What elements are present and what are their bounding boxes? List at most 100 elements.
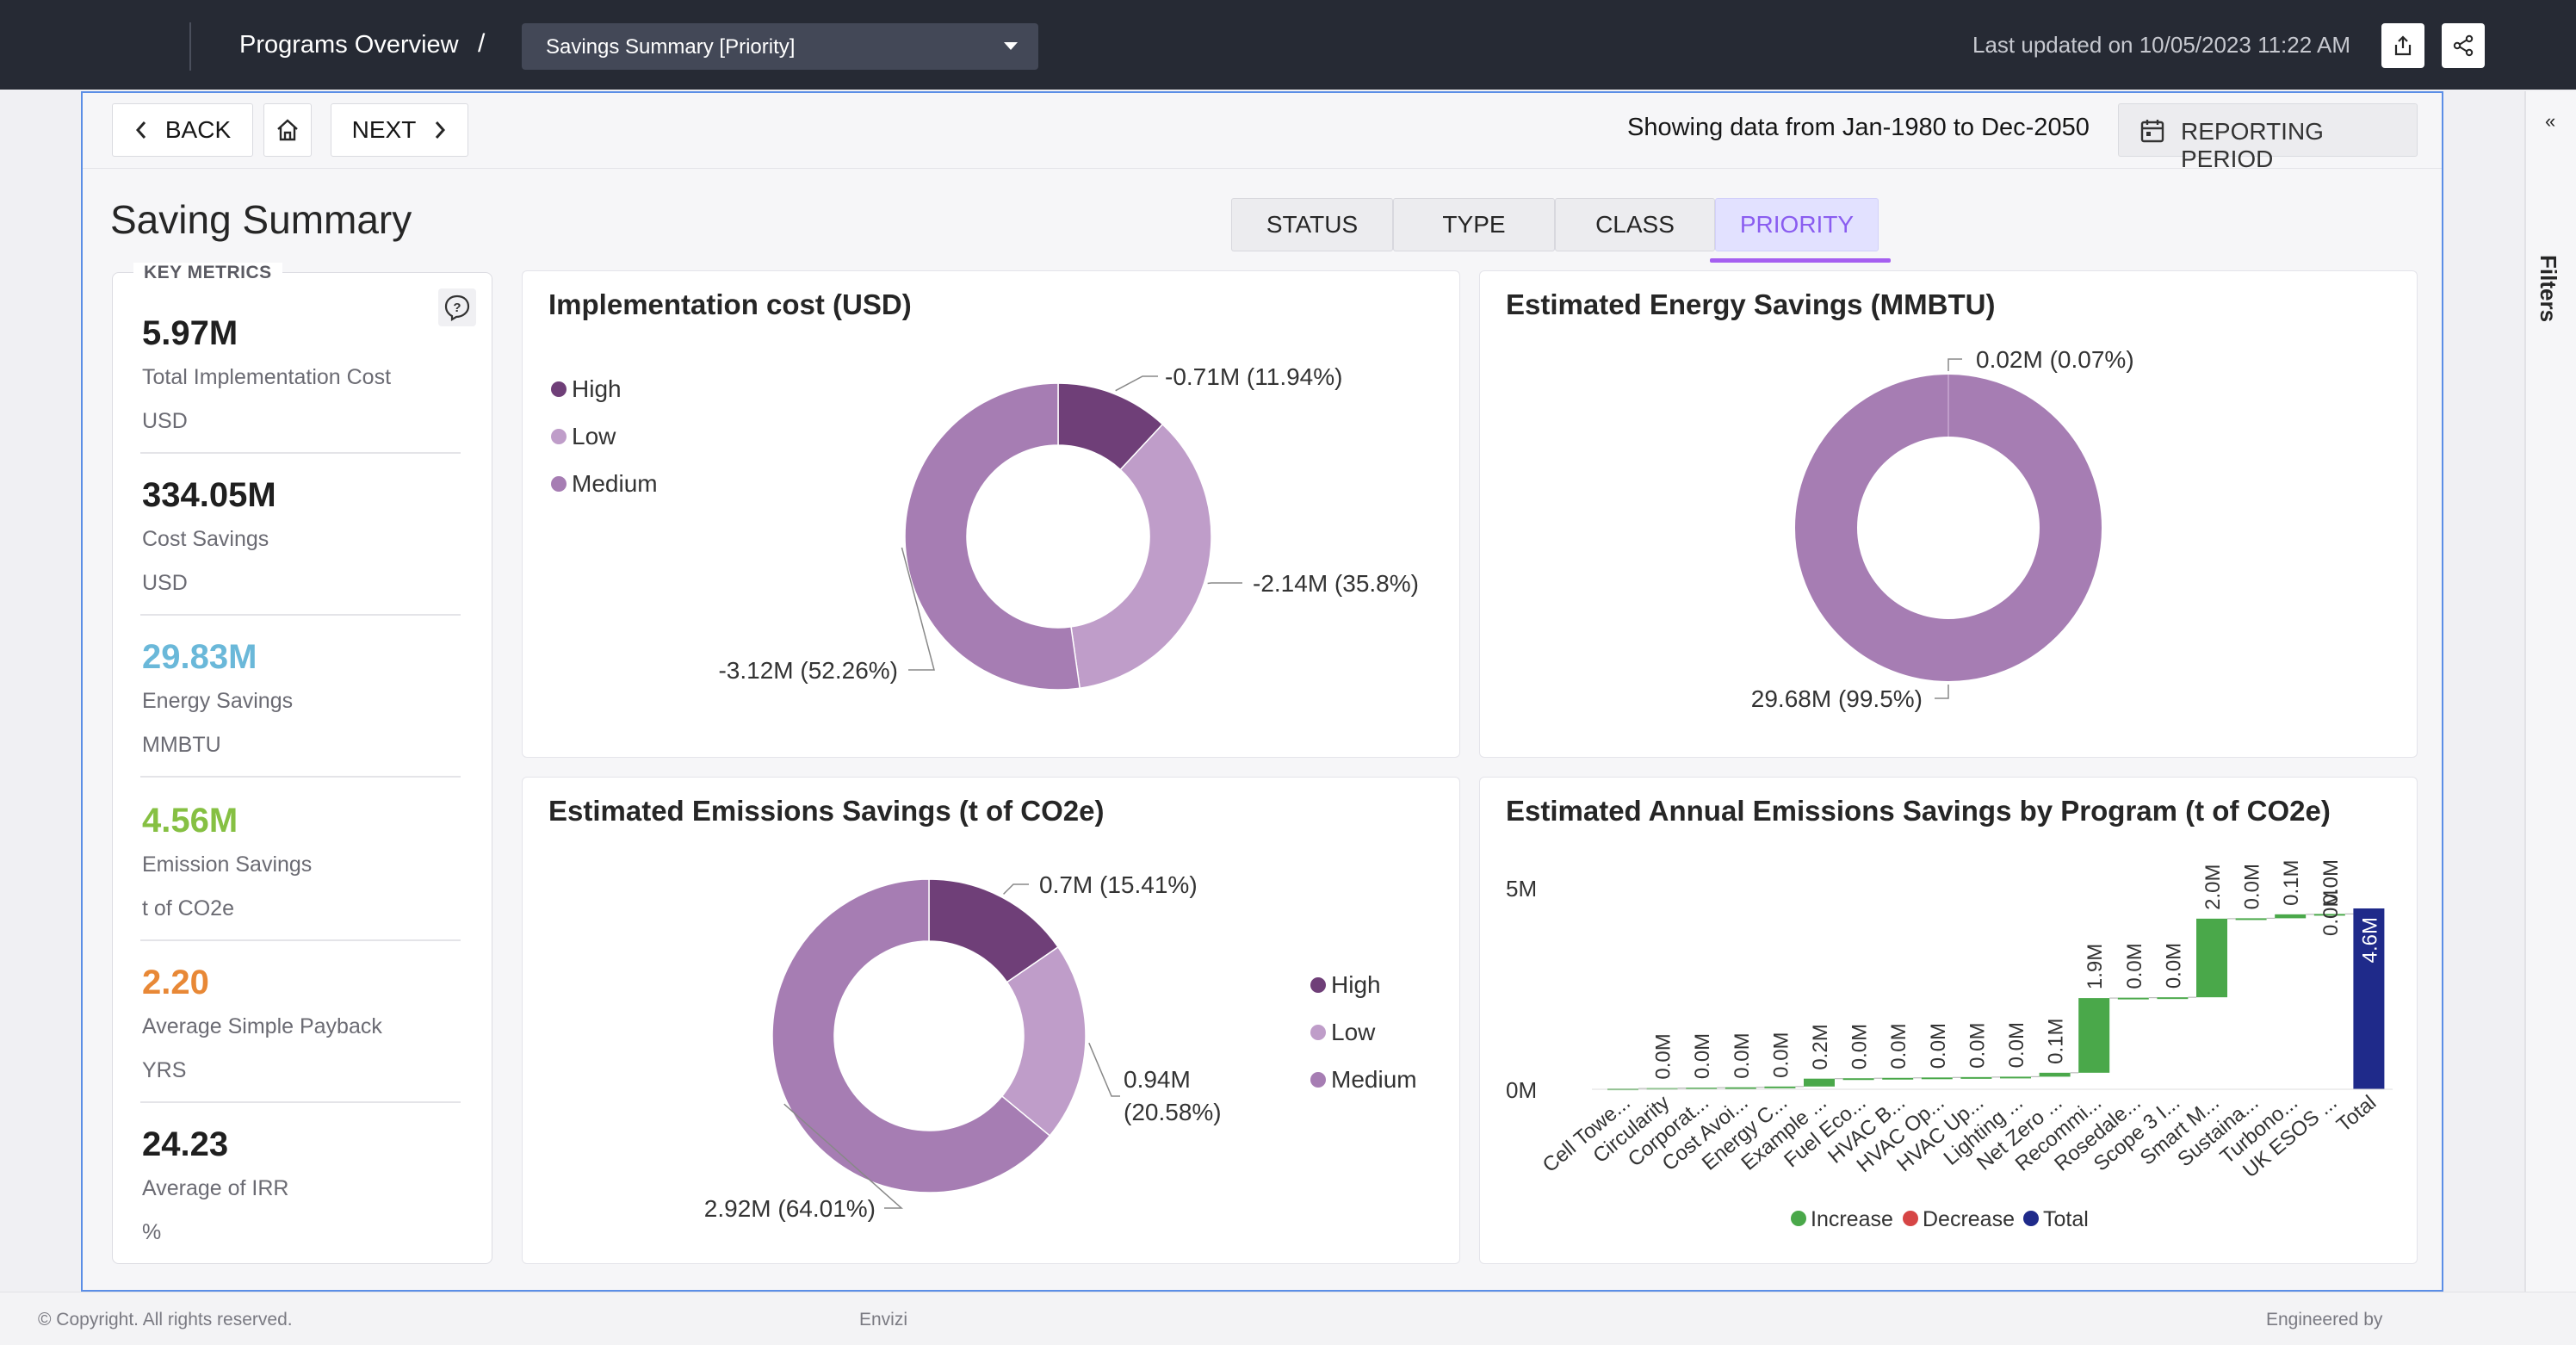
metric-unit: USD	[142, 409, 188, 433]
legend-swatch	[1791, 1211, 1806, 1226]
legend-swatch	[2023, 1211, 2039, 1226]
waterfall-bar[interactable]	[2235, 918, 2267, 920]
metric-unit: t of CO2e	[142, 896, 234, 920]
data-label: 0.0M	[1887, 1023, 1910, 1069]
energy-savings-card: Estimated Energy Savings (MMBTU) 0.02M (…	[1479, 270, 2418, 758]
tab-type[interactable]: TYPE	[1393, 198, 1555, 251]
data-label: 2.0M	[2201, 865, 2225, 910]
next-label: NEXT	[351, 116, 417, 143]
legend-item[interactable]: Medium	[572, 470, 658, 497]
donut-slice-low[interactable]	[1070, 423, 1212, 690]
metric-unit: MMBTU	[142, 733, 221, 757]
reporting-period-button[interactable]: REPORTING PERIOD	[2118, 103, 2418, 172]
reporting-period-label: REPORTING PERIOD	[2181, 118, 2324, 172]
metric-value: 4.56M	[142, 802, 238, 840]
waterfall-bar[interactable]	[2157, 997, 2189, 1000]
waterfall-bar[interactable]	[2117, 997, 2149, 1000]
legend-item[interactable]: Medium	[1331, 1066, 1417, 1093]
calendar-icon	[2140, 120, 2164, 143]
data-label: 29.68M (99.5%)	[1751, 685, 1923, 712]
data-label: -2.14M (35.8%)	[1253, 570, 1419, 597]
waterfall-bar[interactable]	[1842, 1078, 1874, 1081]
legend-swatch	[551, 476, 567, 492]
divider	[140, 939, 461, 941]
brand-text: Envizi	[859, 1310, 908, 1330]
implementation-cost-card: Implementation cost (USD) High Low Medium -…	[522, 270, 1460, 758]
tab-status[interactable]: STATUS	[1231, 198, 1393, 251]
svg-text:?: ?	[453, 301, 461, 315]
data-label: 0.94M	[1124, 1066, 1191, 1093]
legend-item[interactable]: Total	[2043, 1207, 2089, 1231]
filters-panel[interactable]: « Filters	[2524, 91, 2576, 1292]
waterfall-bar[interactable]	[2000, 1076, 2031, 1079]
waterfall-bar[interactable]	[1960, 1076, 1992, 1079]
export-button[interactable]	[2381, 23, 2424, 68]
leader-line	[1003, 883, 1029, 895]
waterfall-bar[interactable]	[2039, 1072, 2071, 1077]
legend-item[interactable]: Decrease	[1923, 1207, 2015, 1231]
waterfall-bar[interactable]	[1921, 1077, 1953, 1080]
legend-swatch	[1310, 1025, 1326, 1040]
legend-item[interactable]: Increase	[1811, 1207, 1893, 1231]
data-label: 0.1M	[2280, 859, 2303, 905]
report-dropdown[interactable]: Savings Summary [Priority]	[522, 23, 1038, 70]
legend-swatch	[1310, 977, 1326, 993]
home-button[interactable]	[263, 103, 312, 157]
leader-line	[1088, 1042, 1120, 1097]
metric-value: 5.97M	[142, 314, 238, 352]
legend-item[interactable]: High	[1331, 971, 1381, 998]
legend-item[interactable]: Low	[572, 423, 616, 449]
implementation-cost-donut-chart: High Low Medium -0.71M (11.94%) -2.14M (35.8…	[551, 363, 1419, 691]
divider	[189, 22, 191, 71]
data-label: 0.0M	[2005, 1022, 2028, 1068]
breadcrumb-separator: /	[478, 29, 486, 58]
data-label: 0.0M	[1848, 1024, 1872, 1069]
waterfall-bar[interactable]	[1725, 1087, 1756, 1089]
data-label: 0.0M	[1652, 1033, 1675, 1079]
dashboard-frame: BACK NEXT Showing data from Jan-1980 to …	[81, 91, 2443, 1292]
data-label: 2.92M (64.01%)	[704, 1195, 876, 1222]
data-label: 0.0M	[2241, 864, 2264, 909]
annual-emissions-waterfall-chart: 5M0MCell Towe...0.0MCircularity0.0MCorpo…	[1506, 859, 2393, 1231]
legend-item[interactable]: Low	[1331, 1019, 1376, 1045]
divider	[140, 614, 461, 616]
chevron-left-icon	[135, 121, 146, 139]
back-button[interactable]: BACK	[112, 103, 253, 157]
tab-priority[interactable]: PRIORITY	[1715, 198, 1879, 251]
legend-swatch	[551, 381, 567, 397]
metric-value: 29.83M	[142, 638, 257, 676]
donut-slice-medium[interactable]	[904, 382, 1081, 691]
share-button[interactable]	[2442, 23, 2485, 68]
collapse-icon[interactable]: «	[2545, 110, 2555, 133]
active-tab-indicator	[1710, 258, 1891, 263]
data-label: 0.7M (15.41%)	[1039, 871, 1198, 898]
divider	[140, 1101, 461, 1103]
metric-unit: %	[142, 1220, 162, 1244]
metric-average-simple-payback: 2.20 Average Simple Payback YRS	[142, 964, 462, 1083]
data-label: 0.0M	[1927, 1023, 1950, 1069]
copyright-text: © Copyright. All rights reserved.	[38, 1310, 293, 1330]
emissions-savings-donut-chart: High Low Medium 0.7M (15.41%) 0.94M (20.58%) 2…	[704, 871, 1417, 1222]
legend-item[interactable]: High	[572, 375, 622, 402]
tab-class[interactable]: CLASS	[1555, 198, 1715, 251]
next-button[interactable]: NEXT	[331, 103, 468, 157]
data-label: (20.58%)	[1124, 1099, 1222, 1125]
donut-slice-medium[interactable]	[1795, 375, 2102, 681]
breadcrumb-programs-overview[interactable]: Programs Overview	[239, 31, 459, 59]
navigation-bar: BACK NEXT Showing data from Jan-1980 to …	[83, 93, 2442, 172]
metric-cost-savings: 334.05M Cost Savings USD	[142, 476, 462, 596]
data-label: 0.2M	[1809, 1024, 1832, 1069]
waterfall-bar[interactable]	[2196, 918, 2227, 998]
metric-value: 334.05M	[142, 476, 276, 514]
export-icon	[2394, 35, 2412, 56]
home-icon	[277, 119, 298, 141]
y-tick-label: 5M	[1506, 876, 1537, 902]
waterfall-bar[interactable]	[1882, 1077, 1914, 1080]
top-bar: Programs Overview / Savings Summary [Pri…	[0, 0, 2576, 90]
waterfall-bar[interactable]	[1804, 1078, 1835, 1087]
metric-label: Total Implementation Cost	[142, 365, 392, 389]
waterfall-bar[interactable]	[1764, 1086, 1796, 1088]
waterfall-bar[interactable]	[2078, 998, 2110, 1073]
waterfall-bar[interactable]	[2275, 914, 2307, 919]
data-label: 0.0M	[2319, 890, 2343, 936]
